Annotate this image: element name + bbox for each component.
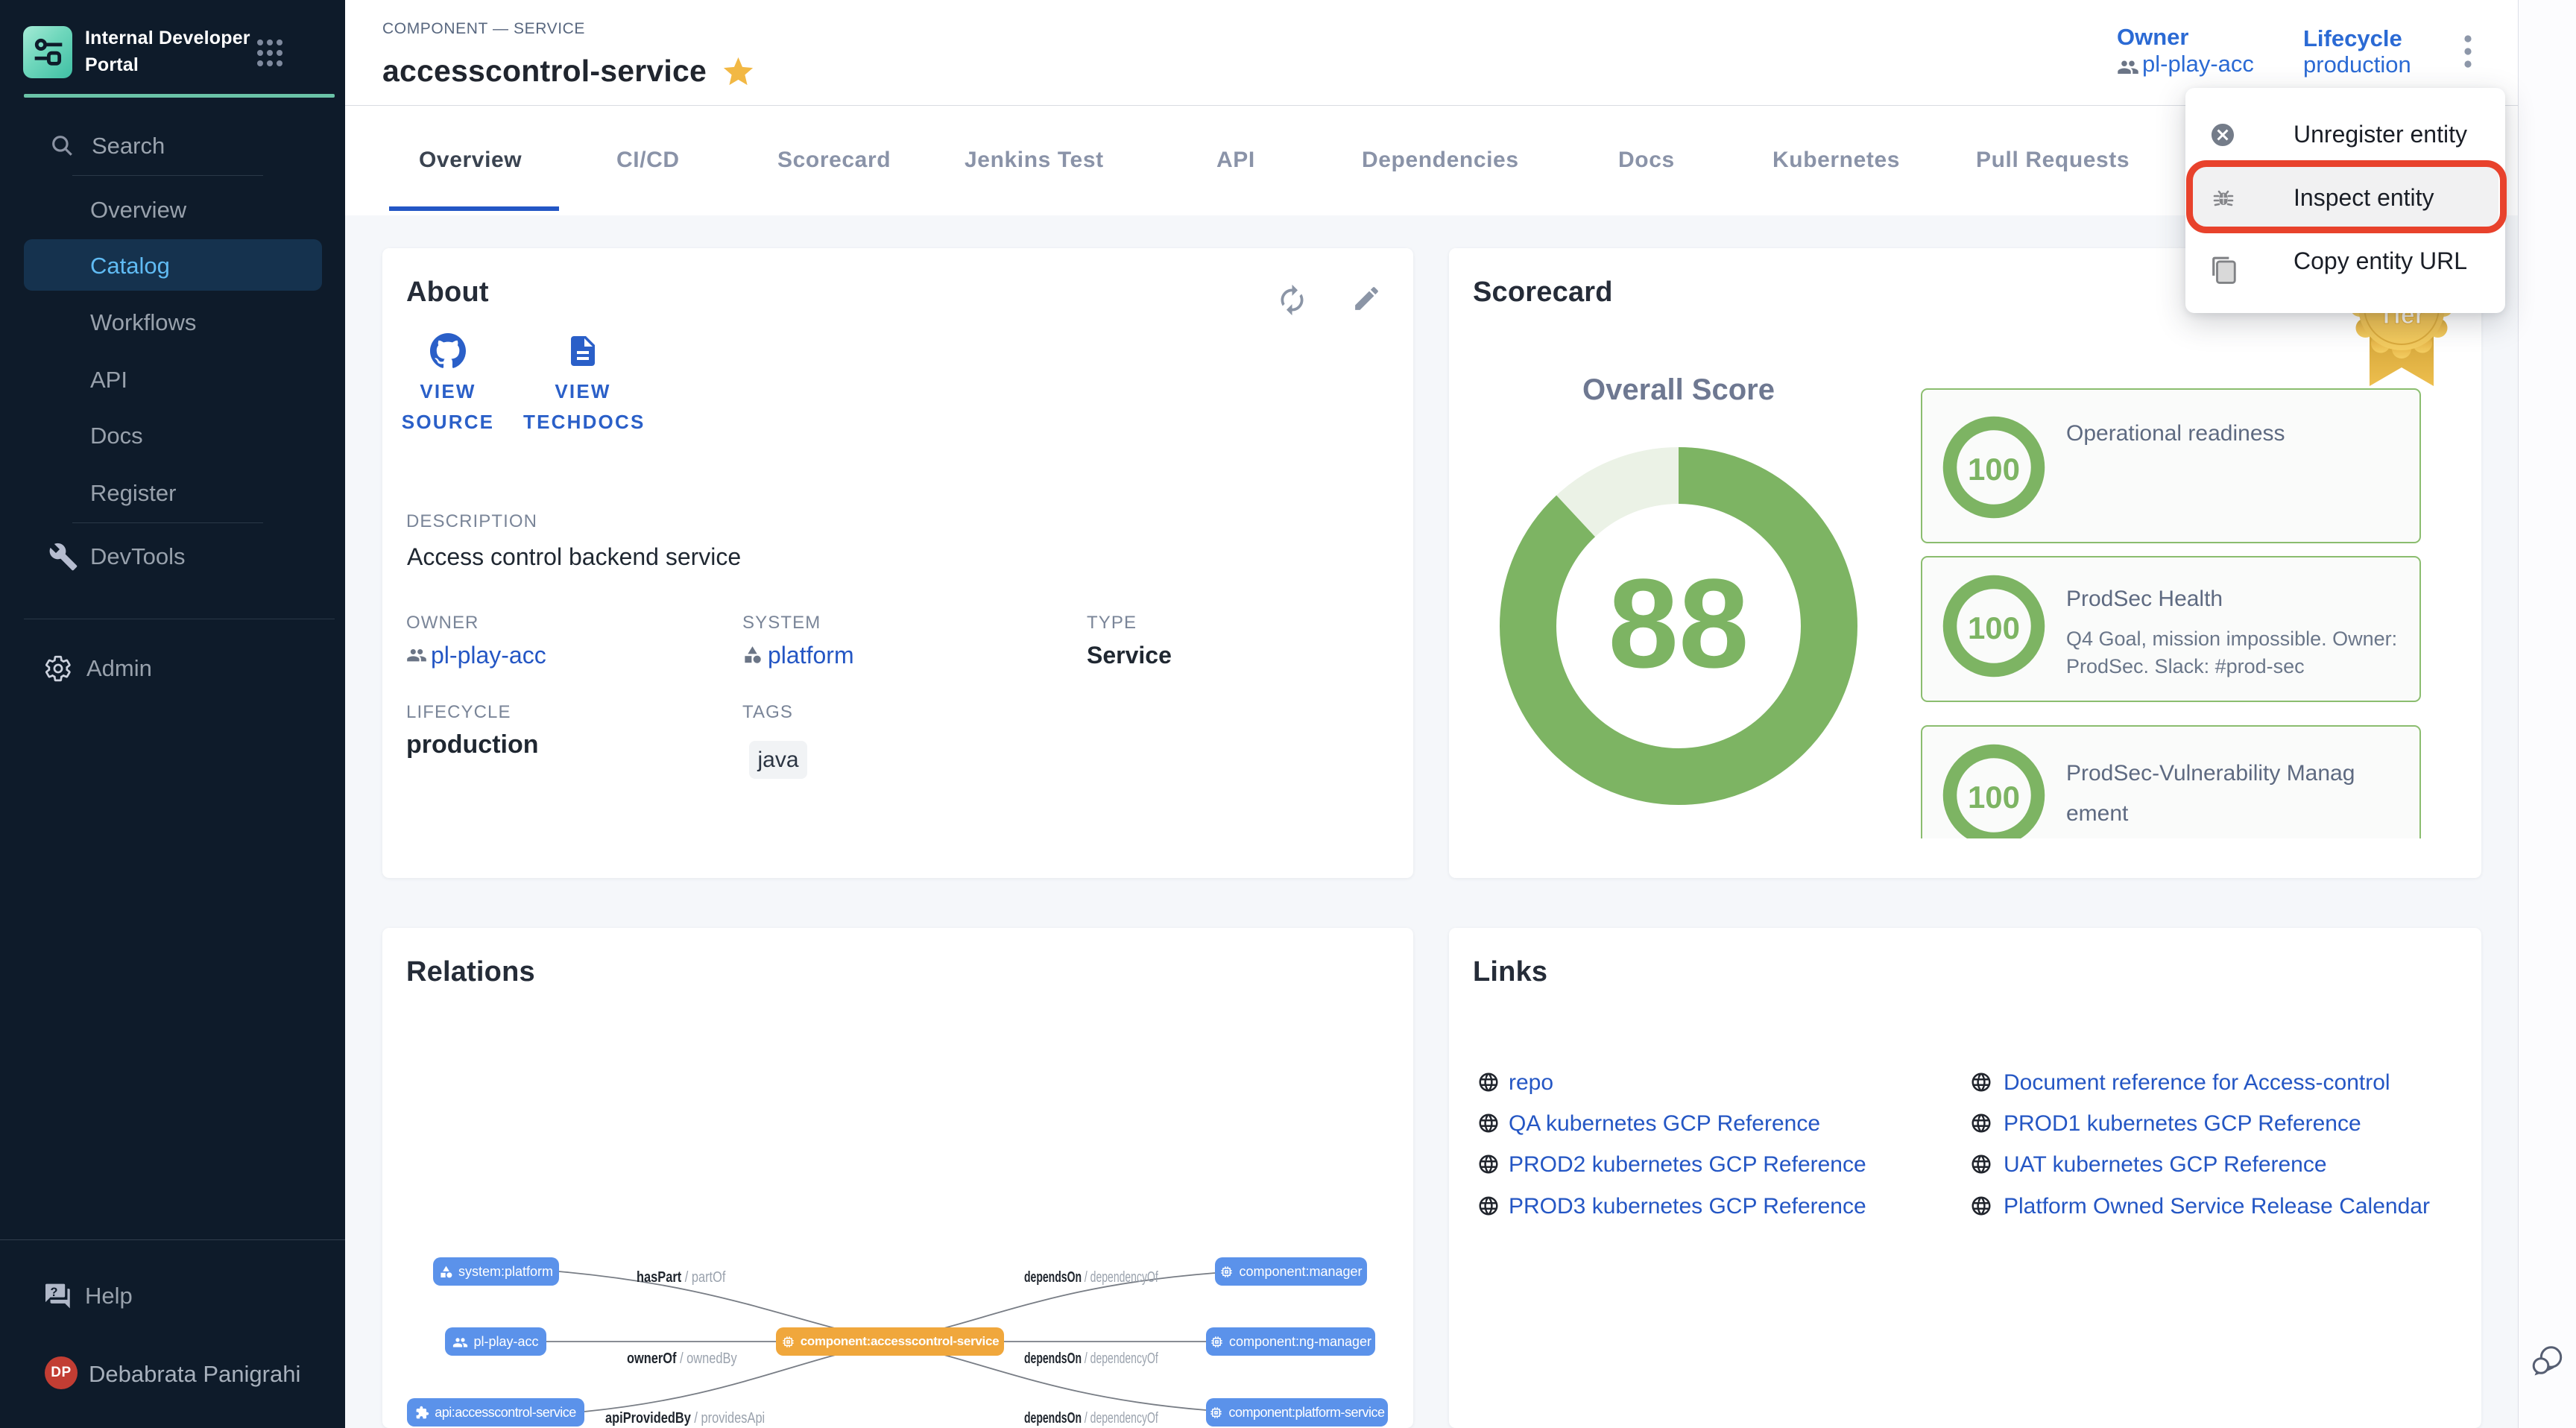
svg-text:?: ? bbox=[50, 1286, 57, 1299]
